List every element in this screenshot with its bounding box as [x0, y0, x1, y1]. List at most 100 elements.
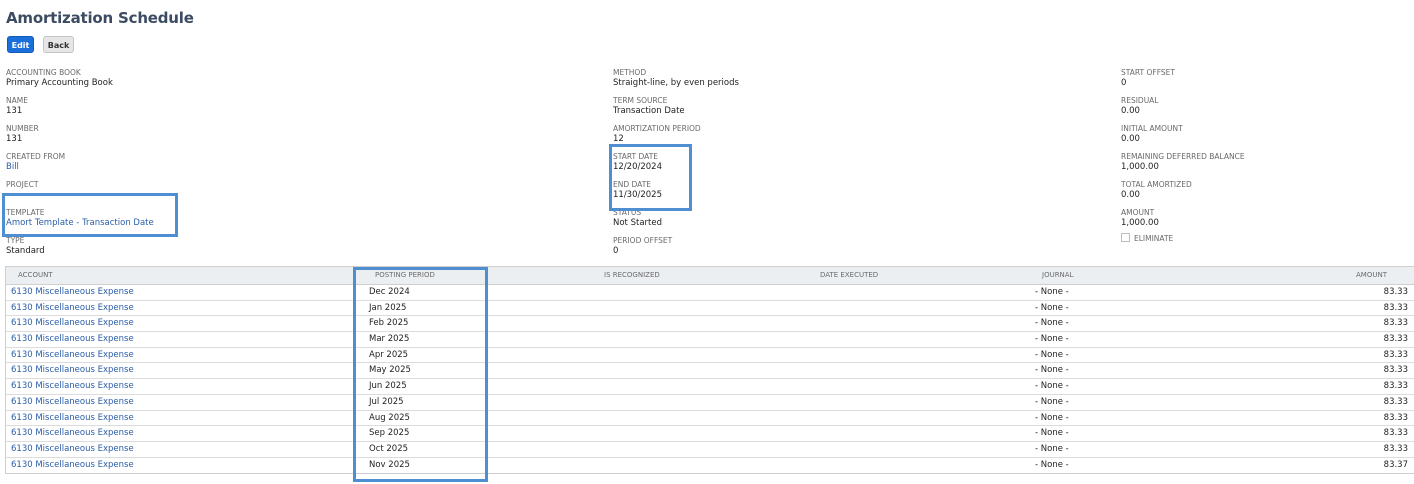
account-link[interactable]: 6130 Miscellaneous Expense — [11, 397, 134, 408]
journal-cell: - None - — [1035, 302, 1069, 313]
field-template: TEMPLATE Amort Template - Transaction Da… — [6, 208, 154, 229]
account-link[interactable]: 6130 Miscellaneous Expense — [11, 318, 134, 329]
amount-cell: 83.37 — [1383, 459, 1408, 470]
account-link[interactable]: 6130 Miscellaneous Expense — [11, 428, 134, 439]
table-row: 6130 Miscellaneous Expense Jan 2025 - None… — [6, 301, 1414, 317]
field-value: Straight-line, by even periods — [613, 78, 739, 88]
field-value: Not Started — [613, 218, 662, 228]
posting-period-cell: Jun 2025 — [369, 381, 407, 392]
table-row: 6130 Miscellaneous Expense Aug 2025 - None… — [6, 411, 1414, 427]
field-total-amortized: TOTAL AMORTIZED 0.00 — [1121, 180, 1192, 201]
field-label: PERIOD OFFSET — [613, 236, 673, 245]
posting-period-cell: Sep 2025 — [369, 428, 410, 439]
field-label: AMORTIZATION PERIOD — [613, 124, 701, 133]
field-value: Primary Accounting Book — [6, 78, 113, 88]
field-value: Standard — [6, 246, 45, 256]
field-label: NAME — [6, 96, 28, 105]
amount-cell: 83.33 — [1383, 349, 1408, 360]
journal-cell: - None - — [1035, 443, 1069, 454]
field-value: 0.00 — [1121, 106, 1140, 116]
posting-period-cell: May 2025 — [369, 365, 411, 376]
field-value: 1,000.00 — [1121, 218, 1159, 228]
journal-cell: - None - — [1035, 318, 1069, 329]
page-title: Amortization Schedule — [6, 9, 194, 27]
journal-cell: - None - — [1035, 349, 1069, 360]
table-body: 6130 Miscellaneous Expense Dec 2024 - None… — [6, 285, 1414, 473]
field-end-date: END DATE 11/30/2025 — [613, 180, 662, 201]
account-link[interactable]: 6130 Miscellaneous Expense — [11, 460, 134, 471]
field-number: NUMBER 131 — [6, 124, 39, 145]
amount-cell: 83.33 — [1383, 396, 1408, 407]
journal-cell: - None - — [1035, 287, 1069, 297]
amount-cell: 83.33 — [1383, 412, 1408, 423]
field-label: START OFFSET — [1121, 68, 1176, 77]
field-label: METHOD — [613, 68, 647, 77]
field-amortization-period: AMORTIZATION PERIOD 12 — [613, 124, 701, 145]
account-link[interactable]: 6130 Miscellaneous Expense — [11, 287, 134, 298]
field-start-date: START DATE 12/20/2024 — [613, 152, 662, 173]
header-posting-period[interactable]: POSTING PERIOD — [375, 271, 435, 279]
field-value: 11/30/2025 — [613, 190, 662, 200]
header-is-recognized[interactable]: IS RECOGNIZED — [604, 271, 660, 279]
header-date-executed[interactable]: DATE EXECUTED — [820, 271, 878, 279]
field-label: TOTAL AMORTIZED — [1121, 180, 1192, 189]
posting-period-cell: Apr 2025 — [369, 349, 409, 360]
amount-cell: 83.33 — [1383, 287, 1408, 297]
field-method: METHOD Straight-line, by even periods — [613, 68, 739, 89]
table-row: 6130 Miscellaneous Expense Sep 2025 - None… — [6, 426, 1414, 442]
amortization-schedule-table: ACCOUNT POSTING PERIOD IS RECOGNIZED DAT… — [5, 266, 1414, 475]
edit-button[interactable]: Edit — [7, 36, 34, 53]
field-value: 0.00 — [1121, 134, 1140, 144]
posting-period-cell: Oct 2025 — [369, 443, 409, 454]
posting-period-cell: Jan 2025 — [369, 302, 407, 313]
field-period-offset: PERIOD OFFSET 0 — [613, 236, 672, 257]
field-value: 131 — [6, 134, 23, 144]
account-link[interactable]: 6130 Miscellaneous Expense — [11, 334, 134, 345]
field-label: REMAINING DEFERRED BALANCE — [1121, 152, 1245, 161]
back-button[interactable]: Back — [43, 36, 74, 53]
field-label: TYPE — [6, 236, 25, 245]
field-label: START DATE — [613, 152, 659, 161]
amount-cell: 83.33 — [1383, 334, 1408, 345]
field-project: PROJECT — [6, 180, 38, 190]
field-status: STATUS Not Started — [613, 208, 662, 229]
account-link[interactable]: 6130 Miscellaneous Expense — [11, 381, 134, 392]
field-initial-amount: INITIAL AMOUNT 0.00 — [1121, 124, 1183, 145]
header-journal[interactable]: JOURNAL — [1042, 271, 1074, 279]
field-label: STATUS — [613, 208, 642, 217]
table-row: 6130 Miscellaneous Expense Jun 2025 - None… — [6, 379, 1414, 395]
account-link[interactable]: 6130 Miscellaneous Expense — [11, 303, 134, 314]
account-link[interactable]: 6130 Miscellaneous Expense — [11, 444, 134, 455]
field-name: NAME 131 — [6, 96, 28, 117]
field-start-offset: START OFFSET 0 — [1121, 68, 1175, 89]
account-link[interactable]: 6130 Miscellaneous Expense — [11, 350, 134, 361]
eliminate-checkbox[interactable] — [1121, 233, 1130, 242]
field-label: AMOUNT — [1121, 208, 1155, 217]
field-value: 131 — [6, 106, 23, 116]
amount-cell: 83.33 — [1383, 318, 1408, 329]
table-row: 6130 Miscellaneous Expense Dec 2024 - None… — [6, 285, 1414, 301]
table-header: ACCOUNT POSTING PERIOD IS RECOGNIZED DAT… — [6, 267, 1414, 285]
account-link[interactable]: 6130 Miscellaneous Expense — [11, 413, 134, 424]
field-value: 0 — [1121, 78, 1127, 88]
journal-cell: - None - — [1035, 381, 1069, 392]
account-link[interactable]: 6130 Miscellaneous Expense — [11, 365, 134, 376]
field-label: RESIDUAL — [1121, 96, 1159, 105]
field-value: 0.00 — [1121, 190, 1140, 200]
created-from-link[interactable]: Bill — [6, 162, 65, 173]
header-amount[interactable]: AMOUNT — [1356, 271, 1387, 279]
field-label: CREATED FROM — [6, 152, 66, 161]
table-row: 6130 Miscellaneous Expense Nov 2025 - None… — [6, 458, 1414, 474]
field-term-source: TERM SOURCE Transaction Date — [613, 96, 685, 117]
journal-cell: - None - — [1035, 412, 1069, 423]
field-label: ACCOUNTING BOOK — [6, 68, 81, 77]
field-label: TEMPLATE — [6, 208, 45, 217]
template-link[interactable]: Amort Template - Transaction Date — [6, 218, 154, 229]
field-label: PROJECT — [6, 180, 39, 189]
eliminate-label: ELIMINATE — [1134, 234, 1174, 243]
amount-cell: 83.33 — [1383, 381, 1408, 392]
header-account[interactable]: ACCOUNT — [18, 271, 53, 279]
field-value: 12 — [613, 134, 624, 144]
field-type: TYPE Standard — [6, 236, 45, 257]
posting-period-cell: Aug 2025 — [369, 412, 410, 423]
